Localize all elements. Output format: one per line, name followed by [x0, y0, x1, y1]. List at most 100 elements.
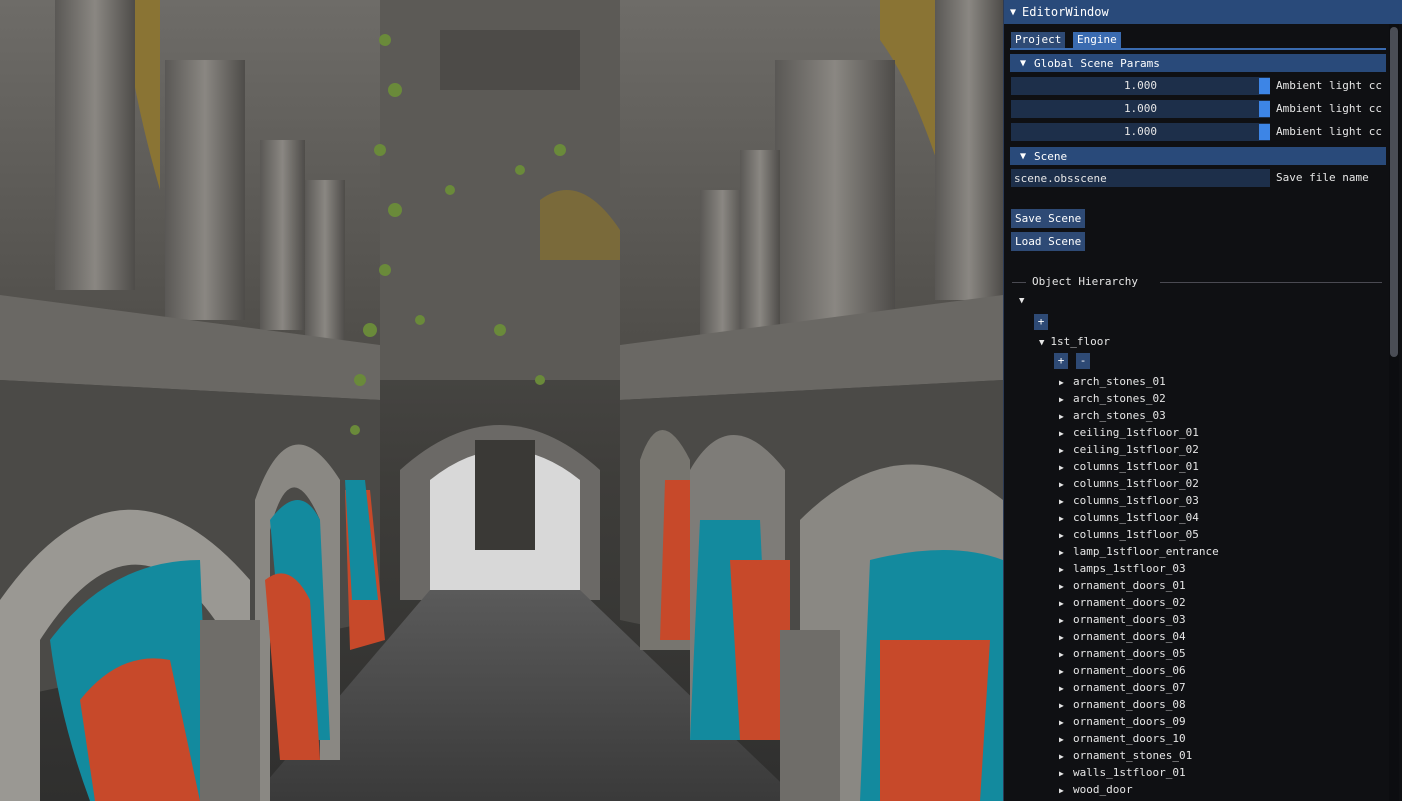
separator-line	[1160, 282, 1382, 283]
expand-triangle-icon[interactable]: ▶	[1059, 392, 1073, 408]
expand-triangle-icon[interactable]: ▶	[1059, 732, 1073, 748]
tree-node-label: ornament_stones_01	[1073, 749, 1193, 762]
ambient-light-label-2: Ambient light cc	[1276, 102, 1382, 115]
expand-triangle-icon[interactable]: ▶	[1059, 596, 1073, 612]
tree-node-1st-floor[interactable]: ▼ 1st_floor	[1039, 334, 1110, 350]
ambient-light-slider-2[interactable]: 1.000	[1011, 100, 1270, 118]
tree-node-child[interactable]: ▶ arch_stones_02	[1059, 391, 1166, 407]
ambient-light-slider-3[interactable]: 1.000	[1011, 123, 1270, 141]
tree-node-child[interactable]: ▶ columns_1stfloor_03	[1059, 493, 1199, 509]
tree-node-child[interactable]: ▶ arch_stones_01	[1059, 374, 1166, 390]
root-add-button[interactable]: +	[1034, 314, 1048, 330]
tree-node-label: lamp_1stfloor_entrance	[1073, 545, 1219, 558]
expand-triangle-icon[interactable]: ▶	[1059, 647, 1073, 663]
expand-triangle-icon[interactable]: ▶	[1059, 766, 1073, 782]
expand-triangle-icon[interactable]: ▶	[1059, 664, 1073, 680]
expand-triangle-icon[interactable]: ▶	[1059, 477, 1073, 493]
expand-triangle-icon[interactable]: ▶	[1059, 630, 1073, 646]
tab-engine[interactable]: Engine	[1073, 32, 1121, 48]
tab-project[interactable]: Project	[1011, 32, 1066, 48]
slider-grab[interactable]	[1259, 124, 1270, 140]
tree-node-label: columns_1stfloor_02	[1073, 477, 1199, 490]
editor-scrollbar[interactable]	[1389, 24, 1399, 801]
expand-triangle-icon[interactable]: ▶	[1059, 494, 1073, 510]
group-add-button[interactable]: +	[1054, 353, 1068, 369]
expand-triangle-icon[interactable]: ▶	[1059, 545, 1073, 561]
tree-node-label: ornament_doors_02	[1073, 596, 1186, 609]
tree-node-label: lamps_1stfloor_03	[1073, 562, 1186, 575]
expand-triangle-icon[interactable]: ▶	[1059, 562, 1073, 578]
expand-triangle-icon[interactable]: ▶	[1059, 681, 1073, 697]
tree-node-label: columns_1stfloor_01	[1073, 460, 1199, 473]
expand-triangle-icon[interactable]: ▶	[1059, 698, 1073, 714]
save-file-name-label: Save file name	[1276, 171, 1369, 184]
expand-triangle-icon[interactable]: ▶	[1059, 613, 1073, 629]
scrollbar-thumb[interactable]	[1390, 27, 1398, 357]
scene-viewport[interactable]	[0, 0, 1003, 801]
tree-node-child[interactable]: ▶ ornament_doors_01	[1059, 578, 1186, 594]
tree-node-label: ornament_doors_06	[1073, 664, 1186, 677]
expand-triangle-icon[interactable]: ▶	[1059, 783, 1073, 799]
tree-node-child[interactable]: ▶ ornament_stones_01	[1059, 748, 1192, 764]
expand-triangle-icon[interactable]: ▶	[1059, 749, 1073, 765]
tree-node-child[interactable]: ▶ wood_door	[1059, 782, 1133, 798]
scene-header[interactable]: ▼ Scene	[1010, 147, 1386, 165]
tree-node-label: arch_stones_02	[1073, 392, 1166, 405]
tree-node-label: columns_1stfloor_03	[1073, 494, 1199, 507]
collapse-triangle-icon: ▼	[1020, 57, 1027, 69]
tree-node-child[interactable]: ▶ columns_1stfloor_04	[1059, 510, 1199, 526]
save-scene-button[interactable]: Save Scene	[1011, 209, 1086, 228]
tree-node-child[interactable]: ▶ ornament_doors_03	[1059, 612, 1186, 628]
tree-node-child[interactable]: ▶ ornament_doors_10	[1059, 731, 1186, 747]
root-expand-triangle-icon[interactable]: ▼	[1019, 296, 1024, 306]
expand-triangle-icon[interactable]: ▶	[1059, 375, 1073, 391]
expand-triangle-icon[interactable]: ▶	[1059, 443, 1073, 459]
ambient-light-label-3: Ambient light cc	[1276, 125, 1382, 138]
expand-triangle-icon[interactable]: ▶	[1059, 528, 1073, 544]
tree-node-label: columns_1stfloor_04	[1073, 511, 1199, 524]
tree-node-child[interactable]: ▶ columns_1stfloor_02	[1059, 476, 1199, 492]
tree-node-child[interactable]: ▶ ornament_doors_09	[1059, 714, 1186, 730]
tree-node-label: ornament_doors_08	[1073, 698, 1186, 711]
tree-node-child[interactable]: ▶ ceiling_1stfloor_01	[1059, 425, 1199, 441]
tree-node-label: ornament_doors_10	[1073, 732, 1186, 745]
tree-node-child[interactable]: ▶ ceiling_1stfloor_02	[1059, 442, 1199, 458]
expand-triangle-icon[interactable]: ▶	[1059, 715, 1073, 731]
expand-triangle-icon[interactable]: ▶	[1059, 426, 1073, 442]
slider-value: 1.000	[1123, 125, 1158, 138]
expand-triangle-icon[interactable]: ▶	[1059, 409, 1073, 425]
tree-node-child[interactable]: ▶ ornament_doors_04	[1059, 629, 1186, 645]
expand-triangle-icon[interactable]: ▶	[1059, 460, 1073, 476]
collapse-triangle-icon[interactable]: ▼	[1010, 7, 1016, 18]
sponza-atrium-render	[0, 0, 1003, 801]
tree-node-child[interactable]: ▶ columns_1stfloor_01	[1059, 459, 1199, 475]
tab-bar: Project Engine	[1004, 24, 1402, 50]
object-hierarchy-title: Object Hierarchy	[1032, 275, 1138, 288]
editor-window-titlebar[interactable]: ▼ EditorWindow	[1004, 0, 1402, 24]
save-file-name-input[interactable]	[1011, 169, 1270, 187]
global-scene-params-header[interactable]: ▼ Global Scene Params	[1010, 54, 1386, 72]
expand-triangle-icon[interactable]: ▶	[1059, 579, 1073, 595]
slider-grab[interactable]	[1259, 78, 1270, 94]
tree-node-child[interactable]: ▶ arch_stones_03	[1059, 408, 1166, 424]
expand-triangle-icon[interactable]: ▶	[1059, 511, 1073, 527]
collapse-triangle-icon: ▼	[1020, 150, 1027, 162]
slider-grab[interactable]	[1259, 101, 1270, 117]
tree-node-label: ornament_doors_07	[1073, 681, 1186, 694]
tree-node-child[interactable]: ▶ lamps_1stfloor_03	[1059, 561, 1186, 577]
tree-node-child[interactable]: ▶ ornament_doors_05	[1059, 646, 1186, 662]
tree-node-label: ceiling_1stfloor_01	[1073, 426, 1199, 439]
tree-node-label: 1st_floor	[1050, 335, 1111, 348]
tree-node-child[interactable]: ▶ columns_1stfloor_05	[1059, 527, 1199, 543]
ambient-light-slider-1[interactable]: 1.000	[1011, 77, 1270, 95]
tree-node-child[interactable]: ▶ walls_1stfloor_01	[1059, 765, 1186, 781]
load-scene-button[interactable]: Load Scene	[1011, 232, 1086, 251]
group-remove-button[interactable]: -	[1076, 353, 1090, 369]
tree-node-child[interactable]: ▶ ornament_doors_06	[1059, 663, 1186, 679]
tree-node-child[interactable]: ▶ ornament_doors_02	[1059, 595, 1186, 611]
section-title: Scene	[1034, 149, 1068, 163]
tree-node-label: ornament_doors_04	[1073, 630, 1186, 643]
tree-node-child[interactable]: ▶ lamp_1stfloor_entrance	[1059, 544, 1219, 560]
tree-node-child[interactable]: ▶ ornament_doors_07	[1059, 680, 1186, 696]
tree-node-child[interactable]: ▶ ornament_doors_08	[1059, 697, 1186, 713]
